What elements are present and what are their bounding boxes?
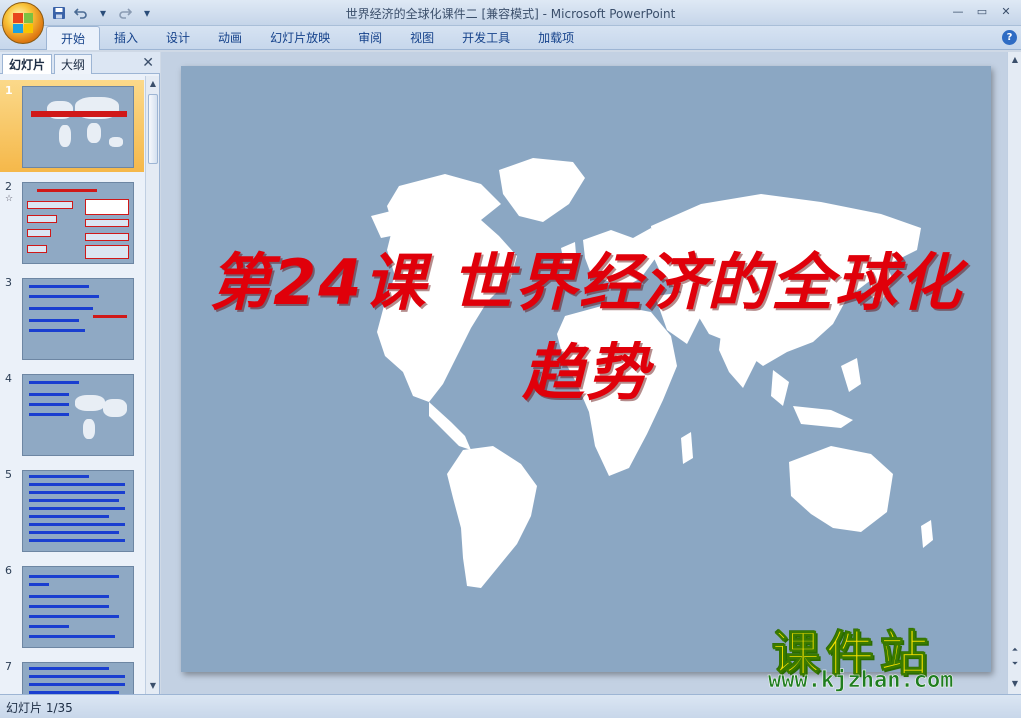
tab-3[interactable]: 动画 [204,26,256,50]
tab-6[interactable]: 视图 [396,26,448,50]
slide-indicator: 幻灯片 1/35 [6,701,73,715]
office-logo-icon [13,13,33,33]
title-bar: ▾ ▾ 世界经济的全球化课件二 [兼容模式] - Microsoft Power… [0,0,1021,26]
previous-slide-icon[interactable]: ⏶ [1009,644,1021,656]
slide-title[interactable]: 第24课 世界经济的全球化趋势 [181,232,991,412]
slide-preview [22,278,134,360]
slide-thumbnail[interactable]: 7 [0,656,144,694]
window-title: 世界经济的全球化课件二 [兼容模式] - Microsoft PowerPoin… [345,7,676,21]
close-button[interactable]: ✕ [995,3,1017,19]
slide-editor: 第24课 世界经济的全球化趋势 [161,52,1007,694]
slides-panel: 幻灯片 大纲 ✕ 1 2 ☆ 3 4 5 6 7 ▲ ▼ [0,52,160,694]
slide-number: 2 [5,180,12,193]
thumbnail-list: 1 2 ☆ 3 4 5 6 7 [0,76,144,694]
window-controls: — ▭ ✕ [947,3,1017,19]
tab-2[interactable]: 设计 [152,26,204,50]
tab-0[interactable]: 开始 [46,26,101,50]
slide-preview [22,182,134,264]
tab-5[interactable]: 审阅 [344,26,396,50]
tab-1[interactable]: 插入 [100,26,152,50]
slide-number: 5 [5,468,12,481]
tab-8[interactable]: 加载项 [524,26,588,50]
slide-preview [22,86,134,168]
slide-number: 3 [5,276,12,289]
slide-preview [22,374,134,456]
slide-thumbnail[interactable]: 4 [0,368,144,460]
ribbon-tabs: 开始 插入 设计 动画 幻灯片放映 审阅 视图 开发工具 加载项 [46,26,588,50]
scroll-down-icon[interactable]: ▼ [1009,678,1021,690]
close-icon[interactable]: ✕ [142,55,154,71]
slide-thumbnail[interactable]: 3 [0,272,144,364]
slide-thumbnail[interactable]: 1 [0,80,144,172]
scrollbar-thumb[interactable] [148,94,158,164]
slide-preview [22,566,134,648]
office-button[interactable] [2,2,44,44]
thumbnail-scrollbar[interactable]: ▲ ▼ [145,76,159,694]
scroll-up-icon[interactable]: ▲ [147,78,159,90]
slide-thumbnail[interactable]: 6 [0,560,144,652]
minimize-button[interactable]: — [947,3,969,19]
current-slide[interactable]: 第24课 世界经济的全球化趋势 [181,66,991,672]
panel-tabs: 幻灯片 大纲 ✕ [0,52,160,74]
slide-number: 1 [5,84,13,97]
slide-number: 7 [5,660,12,673]
tab-7[interactable]: 开发工具 [448,26,524,50]
scroll-up-icon[interactable]: ▲ [1009,54,1021,66]
slide-preview [22,470,134,552]
slide-preview [22,662,134,694]
scroll-down-icon[interactable]: ▼ [147,680,159,692]
slide-scrollbar[interactable]: ▲ ⏶ ⏷ ▼ [1007,52,1021,694]
slide-thumbnail[interactable]: 5 [0,464,144,556]
tab-4[interactable]: 幻灯片放映 [256,26,344,50]
slide-number: 6 [5,564,12,577]
ribbon-tab-bar: 开始 插入 设计 动画 幻灯片放映 审阅 视图 开发工具 加载项 ? [0,26,1021,50]
slide-number: 4 [5,372,12,385]
tab-outline[interactable]: 大纲 [54,54,93,74]
next-slide-icon[interactable]: ⏷ [1009,658,1021,670]
slide-thumbnail[interactable]: 2 ☆ [0,176,144,268]
help-icon[interactable]: ? [1002,30,1017,45]
status-bar: 幻灯片 1/35 [0,694,1021,718]
tab-slides[interactable]: 幻灯片 [2,54,53,74]
watermark-url: www.kjzhan.com [768,668,954,694]
maximize-button[interactable]: ▭ [971,3,993,19]
animation-icon: ☆ [5,194,14,204]
